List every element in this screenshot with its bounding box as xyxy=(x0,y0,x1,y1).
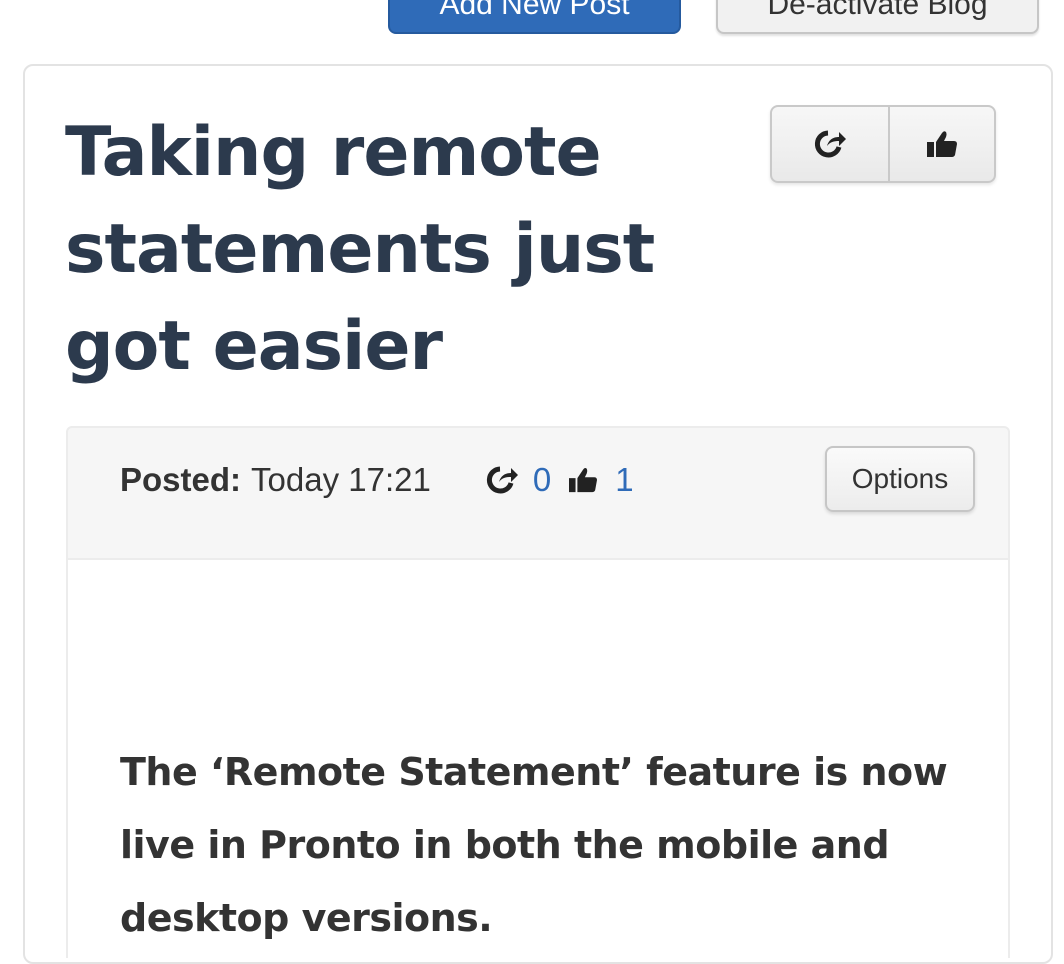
deactivate-blog-button[interactable]: De-activate Blog xyxy=(716,0,1039,34)
thumbs-up-icon xyxy=(927,131,957,157)
post-title: Taking remote statements just got easier xyxy=(65,113,655,386)
like-button[interactable] xyxy=(890,107,994,181)
thumbs-up-icon xyxy=(569,468,598,493)
share-count-icon[interactable] xyxy=(485,465,519,495)
post-body-text: The ‘Remote Statement’ feature is now li… xyxy=(120,750,948,940)
share-icon xyxy=(486,466,518,494)
like-count-icon[interactable] xyxy=(567,466,599,494)
share-count[interactable]: 0 xyxy=(533,461,551,499)
options-button[interactable]: Options xyxy=(825,446,975,512)
like-count[interactable]: 1 xyxy=(615,461,633,499)
post-meta: Posted: Today 17:21 0 1 xyxy=(120,456,634,504)
add-new-post-button[interactable]: Add New Post xyxy=(388,0,681,34)
share-button[interactable] xyxy=(772,107,890,181)
post-actions xyxy=(770,105,996,183)
posted-label: Posted: xyxy=(120,461,242,498)
posted-time: Today 17:21 xyxy=(251,461,431,498)
share-icon xyxy=(814,130,846,158)
